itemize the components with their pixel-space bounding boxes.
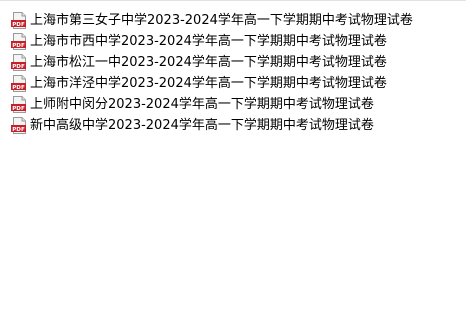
- file-item[interactable]: PDF 新中高级中学2023-2024学年高一下学期期中考试物理试卷: [11, 115, 451, 136]
- file-item[interactable]: PDF 上海市松江一中2023-2024学年高一下学期期中考试物理试卷: [11, 52, 451, 73]
- svg-text:PDF: PDF: [12, 43, 25, 49]
- file-name: 上海市松江一中2023-2024学年高一下学期期中考试物理试卷: [30, 55, 387, 70]
- file-name: 上师附中闵分2023-2024学年高一下学期期中考试物理试卷: [30, 97, 374, 112]
- pdf-file-icon: PDF: [11, 96, 26, 113]
- pdf-file-icon: PDF: [11, 12, 26, 29]
- file-name: 新中高级中学2023-2024学年高一下学期期中考试物理试卷: [30, 118, 374, 133]
- file-item[interactable]: PDF 上师附中闵分2023-2024学年高一下学期期中考试物理试卷: [11, 94, 451, 115]
- file-name: 上海市第三女子中学2023-2024学年高一下学期期中考试物理试卷: [30, 13, 413, 28]
- svg-text:PDF: PDF: [12, 85, 25, 91]
- svg-text:PDF: PDF: [12, 127, 25, 133]
- file-name: 上海市市西中学2023-2024学年高一下学期期中考试物理试卷: [30, 34, 387, 49]
- file-list: PDF 上海市第三女子中学2023-2024学年高一下学期期中考试物理试卷 PD…: [11, 10, 451, 136]
- file-item[interactable]: PDF 上海市市西中学2023-2024学年高一下学期期中考试物理试卷: [11, 31, 451, 52]
- pdf-file-icon: PDF: [11, 33, 26, 50]
- svg-text:PDF: PDF: [12, 64, 25, 70]
- file-name: 上海市洋泾中学2023-2024学年高一下学期期中考试物理试卷: [30, 76, 387, 91]
- svg-text:PDF: PDF: [12, 106, 25, 112]
- svg-text:PDF: PDF: [12, 22, 25, 28]
- pdf-file-icon: PDF: [11, 117, 26, 134]
- pdf-file-icon: PDF: [11, 54, 26, 71]
- pdf-file-icon: PDF: [11, 75, 26, 92]
- file-item[interactable]: PDF 上海市第三女子中学2023-2024学年高一下学期期中考试物理试卷: [11, 10, 451, 31]
- file-item[interactable]: PDF 上海市洋泾中学2023-2024学年高一下学期期中考试物理试卷: [11, 73, 451, 94]
- window-top-edge: [0, 0, 466, 1]
